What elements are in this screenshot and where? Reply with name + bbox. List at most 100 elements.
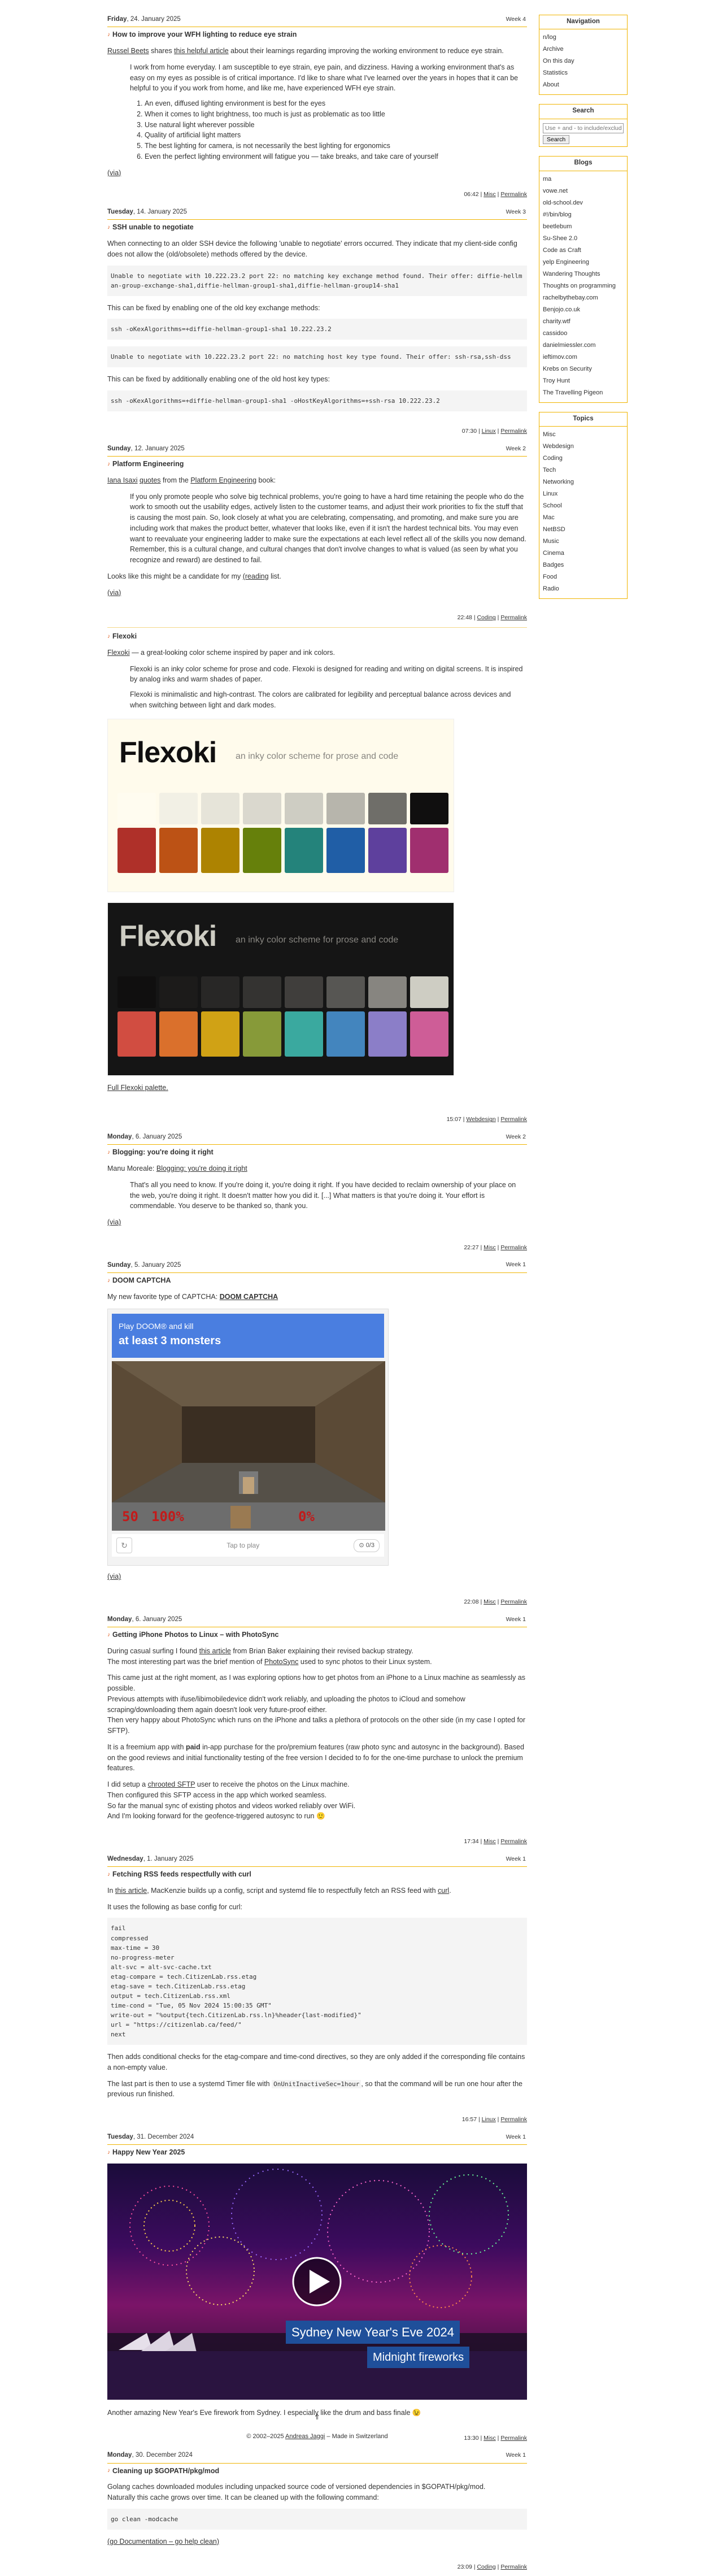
blog-link[interactable]: yelp Engineering	[543, 259, 589, 266]
permalink-link[interactable]: Permalink	[500, 191, 527, 198]
blog-link[interactable]: vowe.net	[543, 188, 568, 194]
permalink-icon[interactable]: ♪	[107, 2466, 110, 2475]
fireworks-video[interactable]: Sydney New Year's Eve 2024 Midnight fire…	[107, 2163, 527, 2400]
blog-link[interactable]: Thoughts on programming	[543, 283, 616, 289]
permalink-icon[interactable]: ♪	[107, 1631, 110, 1639]
nav-item-nlog[interactable]: n/log	[543, 34, 556, 41]
permalink-link[interactable]: Permalink	[500, 614, 527, 621]
topic-link[interactable]: Webdesign	[543, 443, 574, 450]
reading-list-link[interactable]: (reading	[243, 572, 269, 580]
blog-link[interactable]: rachelbythebay.com	[543, 294, 598, 301]
day-entry: Tuesday, 14. January 2025 Week 3 ♪ SSH un…	[107, 207, 527, 436]
doom-game-view[interactable]: 50 100% 0%	[112, 1361, 385, 1531]
blog-link[interactable]: Su-Shee 2.0	[543, 235, 577, 242]
topic-link[interactable]: Misc	[543, 431, 556, 438]
tap-to-play[interactable]: Tap to play	[227, 1540, 259, 1550]
week-label: Week 1	[506, 2452, 526, 2459]
navigation-box: Navigation n/log Archive On this day Sta…	[539, 15, 628, 95]
via-link[interactable]: (via)	[107, 589, 121, 597]
author-link[interactable]: Iana Isaxi	[107, 476, 138, 484]
permalink-icon[interactable]: ♪	[107, 1148, 110, 1157]
go-doc-link[interactable]: (go Documentation – go help clean)	[107, 2538, 219, 2545]
topic-link[interactable]: Mac	[543, 514, 555, 521]
category-link[interactable]: Linux	[482, 2116, 496, 2123]
back-to-top-icon[interactable]: ⇑	[107, 2412, 527, 2423]
post-time: 06:42	[464, 191, 479, 198]
permalink-icon[interactable]: ♪	[107, 223, 110, 232]
sftp-link[interactable]: chrooted SFTP	[148, 1780, 195, 1788]
permalink-icon[interactable]: ♪	[107, 460, 110, 468]
category-link[interactable]: Misc	[484, 1244, 496, 1251]
permalink-link[interactable]: Permalink	[500, 1598, 527, 1605]
blog-link[interactable]: ma	[543, 176, 551, 183]
captcha-link[interactable]: DOOM CAPTCHA	[220, 1293, 278, 1301]
blog-link[interactable]: charity.wtf	[543, 318, 570, 325]
category-link[interactable]: Coding	[477, 614, 495, 621]
topic-link[interactable]: Cinema	[543, 550, 564, 557]
permalink-icon[interactable]: ♪	[107, 632, 110, 641]
article-link[interactable]: this article	[199, 1647, 231, 1655]
category-link[interactable]: Webdesign	[466, 1116, 495, 1123]
permalink-link[interactable]: Permalink	[500, 1838, 527, 1845]
topic-link[interactable]: Radio	[543, 585, 559, 592]
photosync-link[interactable]: PhotoSync	[264, 1658, 298, 1666]
category-link[interactable]: Coding	[477, 2564, 495, 2570]
via-link[interactable]: (via)	[107, 169, 121, 177]
blog-link[interactable]: old-school.dev	[543, 199, 583, 206]
category-link[interactable]: Misc	[484, 1598, 496, 1605]
topic-link[interactable]: Food	[543, 574, 557, 580]
quotes-link[interactable]: quotes	[140, 476, 161, 484]
doom-captcha-widget[interactable]: Play DOOM® and kill at least 3 monsters …	[107, 1309, 389, 1566]
article-link[interactable]: this article	[115, 1887, 147, 1895]
via-link[interactable]: (via)	[107, 1572, 121, 1580]
nav-item-on-this-day[interactable]: On this day	[543, 58, 574, 64]
author-link[interactable]: Russel Beets	[107, 47, 149, 55]
category-link[interactable]: Misc	[484, 191, 496, 198]
refresh-icon[interactable]: ↻	[116, 1537, 132, 1554]
article-link[interactable]: Blogging: you're doing it right	[156, 1165, 247, 1172]
topic-link[interactable]: Badges	[543, 562, 564, 568]
search-button[interactable]: Search	[543, 134, 570, 144]
search-input[interactable]	[543, 123, 624, 133]
blog-link[interactable]: danielmiessler.com	[543, 342, 596, 349]
topic-link[interactable]: Linux	[543, 490, 558, 497]
author-link[interactable]: Andreas Jaggi	[285, 2433, 325, 2440]
blog-link[interactable]: cassidoo	[543, 330, 567, 337]
category-link[interactable]: Misc	[484, 1838, 496, 1845]
topic-link[interactable]: Networking	[543, 479, 574, 485]
category-link[interactable]: Linux	[482, 428, 496, 435]
book-link[interactable]: Platform Engineering	[190, 476, 256, 484]
permalink-link[interactable]: Permalink	[500, 1244, 527, 1251]
curl-link[interactable]: curl	[438, 1887, 449, 1895]
permalink-link[interactable]: Permalink	[500, 428, 527, 435]
permalink-icon[interactable]: ♪	[107, 2148, 110, 2157]
blog-link[interactable]: Benjojo.co.uk	[543, 306, 580, 313]
blog-link[interactable]: Wandering Thoughts	[543, 271, 600, 277]
blog-link[interactable]: #!/bin/blog	[543, 211, 572, 218]
blog-link[interactable]: Troy Hunt	[543, 377, 570, 384]
blog-link[interactable]: beetlebum	[543, 223, 572, 230]
blog-link[interactable]: Krebs on Security	[543, 366, 592, 372]
topic-link[interactable]: School	[543, 502, 562, 509]
permalink-link[interactable]: Permalink	[500, 1116, 527, 1123]
permalink-icon[interactable]: ♪	[107, 1276, 110, 1285]
permalink-icon[interactable]: ♪	[107, 31, 110, 39]
palette-link[interactable]: Full Flexoki palette.	[107, 1084, 168, 1092]
permalink-link[interactable]: Permalink	[500, 2564, 527, 2570]
topic-link[interactable]: NetBSD	[543, 526, 565, 533]
nav-item-about[interactable]: About	[543, 81, 559, 88]
permalink-icon[interactable]: ♪	[107, 1870, 110, 1879]
article-link[interactable]: this helpful article	[174, 47, 229, 55]
nav-item-statistics[interactable]: Statistics	[543, 69, 568, 76]
topic-link[interactable]: Tech	[543, 467, 556, 474]
blog-link[interactable]: Code as Craft	[543, 247, 581, 254]
nav-item-archive[interactable]: Archive	[543, 46, 564, 53]
day-date: Sunday, 5. January 2025	[107, 1261, 181, 1269]
via-link[interactable]: (via)	[107, 1218, 121, 1226]
permalink-link[interactable]: Permalink	[500, 2116, 527, 2123]
blog-link[interactable]: ieftimov.com	[543, 354, 577, 360]
blog-link[interactable]: The Travelling Pigeon	[543, 389, 603, 396]
flexoki-link[interactable]: Flexoki	[107, 649, 130, 657]
topic-link[interactable]: Coding	[543, 455, 563, 462]
topic-link[interactable]: Music	[543, 538, 559, 545]
